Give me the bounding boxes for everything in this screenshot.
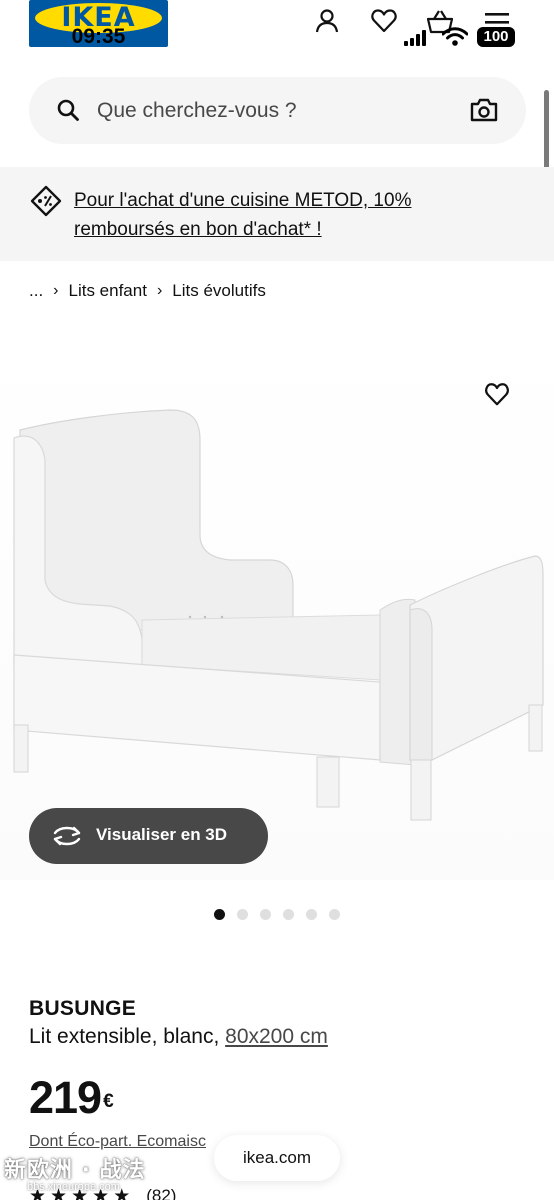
product-type: Lit extensible, blanc, [29,1025,220,1048]
search-bar[interactable]: Que cherchez-vous ? [29,77,526,144]
breadcrumb-ellipsis[interactable]: ... [29,281,43,301]
gallery-pagination [214,909,340,920]
battery-indicator: 100 [477,27,515,47]
view-3d-button[interactable]: Visualiser en 3D [29,808,268,864]
gallery-dot[interactable] [237,909,248,920]
reviews-count[interactable]: (82) [146,1186,176,1200]
product-name: BUSUNGE [29,997,137,1020]
favorite-heart-icon[interactable] [483,381,511,407]
product-page: IKEA 09:35 100 Que cherchez-vous ? Pour … [0,0,554,1200]
chevron-right-icon: › [53,282,59,299]
gallery-dot[interactable] [329,909,340,920]
promo-link[interactable]: Pour l'achat d'une cuisine METOD, 10% re… [74,186,494,244]
product-size-link[interactable]: 80x200 cm [225,1025,328,1048]
breadcrumb-item[interactable]: Lits évolutifs [172,281,266,301]
product-price: 219 € [29,1072,114,1123]
eco-part-link[interactable]: Dont Éco-part. Ecomaisc [29,1133,206,1151]
product-description: Lit extensible, blanc, 80x200 cm [29,1025,328,1049]
wifi-icon [442,27,468,46]
breadcrumb-item[interactable]: Lits enfant [69,281,147,301]
app-header: IKEA 09:35 100 [0,0,554,60]
browser-url-bar[interactable]: ikea.com [214,1135,340,1181]
search-input[interactable]: Que cherchez-vous ? [97,99,297,123]
heart-icon[interactable] [369,6,399,36]
camera-icon[interactable] [470,97,498,123]
product-image[interactable] [0,320,554,880]
chevron-right-icon: › [156,282,163,299]
promo-banner[interactable]: Pour l'achat d'une cuisine METOD, 10% re… [0,167,554,261]
gallery-dot[interactable] [260,909,271,920]
gallery-dot[interactable] [283,909,294,920]
price-currency: € [103,1091,114,1112]
search-icon [57,99,79,121]
price-tag-icon [30,185,62,217]
status-time: 09:35 [71,25,126,48]
gallery-dot[interactable] [306,909,317,920]
breadcrumb: ... › Lits enfant › Lits évolutifs [29,280,266,302]
rotate-3d-icon [53,826,81,846]
signal-icon [404,30,426,46]
account-icon[interactable] [312,6,342,36]
price-value: 219 [29,1072,102,1123]
watermark-url: bbs.xineurope.com [27,1181,120,1193]
view-3d-label: Visualiser en 3D [96,825,228,844]
gallery-dot[interactable] [214,909,225,920]
watermark: 新欧洲 · 战法 [4,1158,146,1183]
